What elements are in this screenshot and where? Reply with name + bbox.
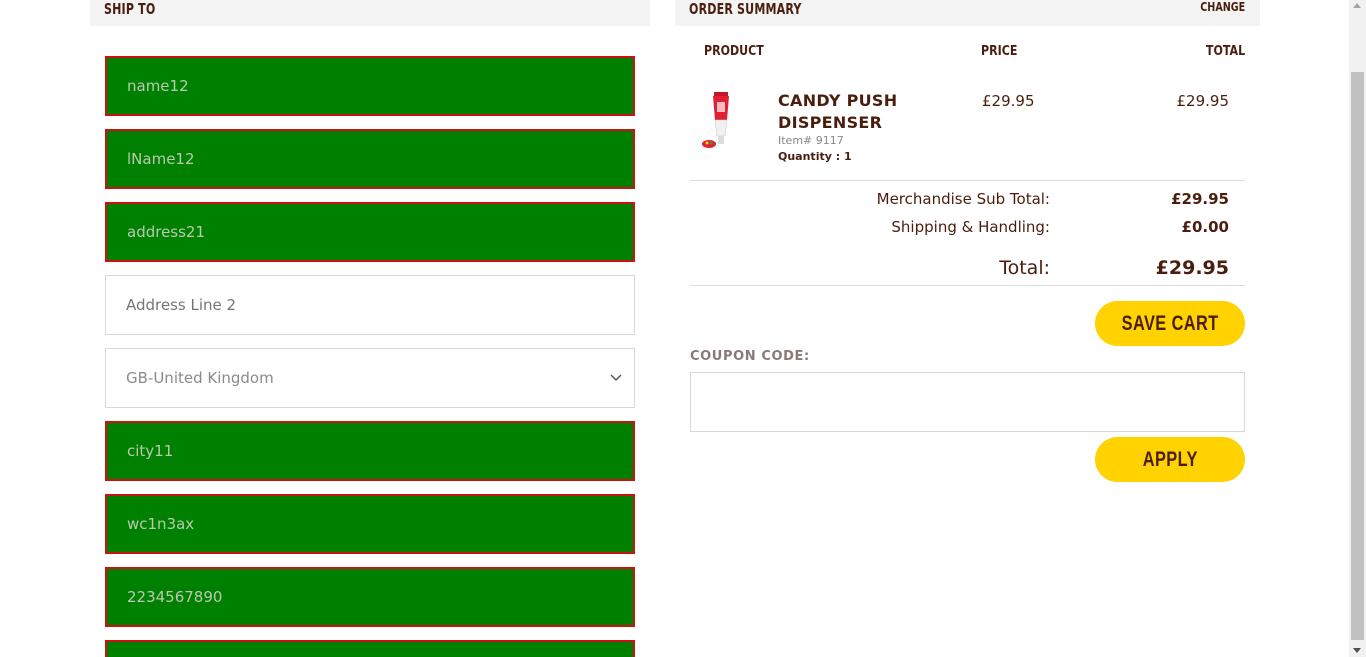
last-name-input[interactable] [107,131,633,187]
city-field-wrap [105,421,635,481]
address-line-1-field-wrap [105,202,635,262]
address-line-2-input[interactable] [106,276,634,334]
candy-dispenser-image [702,92,729,148]
postcode-field-wrap [105,494,635,554]
scroll-up-arrow-icon[interactable] [1353,3,1361,8]
ship-to-header: SHIP TO [90,0,650,26]
last-name-field-wrap [105,129,635,189]
summary-divider-top [690,180,1245,181]
product-quantity: Quantity : 1 [778,150,852,163]
product-column-header: PRODUCT [704,44,764,59]
city-input[interactable] [107,423,633,479]
total-label: Total: [999,257,1050,279]
total-value: £29.95 [1155,257,1229,279]
scrollbar-thumb[interactable] [1351,72,1364,640]
save-cart-label: SAVE CART [1121,311,1219,335]
price-column-header: PRICE [981,44,1018,59]
chevron-down-icon [610,374,622,381]
apply-coupon-button[interactable]: APPLY [1095,437,1245,482]
ship-to-section: SHIP TO GB-United Kingdom [90,0,650,657]
country-select-value: GB-United Kingdom [126,369,274,387]
scroll-down-arrow-icon[interactable] [1353,648,1361,653]
product-total: £29.95 [1176,92,1230,110]
save-cart-button[interactable]: SAVE CART [1095,301,1245,346]
address-line-1-input[interactable] [107,204,633,260]
product-price: £29.95 [982,92,1035,110]
product-name[interactable]: CANDY PUSH DISPENSER [778,90,928,134]
first-name-field-wrap [105,56,635,116]
coupon-field-wrap [690,372,1245,432]
shipping-value: £0.00 [1181,218,1229,236]
total-column-header: TOTAL [1205,44,1245,59]
next-field-partial[interactable] [105,640,635,657]
merch-subtotal-label: Merchandise Sub Total: [876,190,1050,208]
apply-label: APPLY [1142,447,1198,471]
shipping-label: Shipping & Handling: [891,218,1050,236]
merch-subtotal-value: £29.95 [1171,190,1229,208]
change-link[interactable]: CHANGE [1200,0,1245,14]
phone-field-wrap [105,567,635,627]
postcode-input[interactable] [107,496,633,552]
order-summary-title: ORDER SUMMARY [689,0,802,18]
first-name-input[interactable] [107,58,633,114]
order-summary-section: ORDER SUMMARY CHANGE PRODUCT PRICE TOTAL… [675,0,1260,482]
page-scrollbar[interactable] [1349,0,1366,657]
shipping-form: GB-United Kingdom [105,56,635,657]
order-summary-header: ORDER SUMMARY CHANGE [675,0,1260,26]
coupon-code-label: COUPON CODE: [690,349,810,364]
country-select[interactable]: GB-United Kingdom [105,348,635,408]
ship-to-title: SHIP TO [104,0,156,18]
address-line-2-field-wrap [105,275,635,335]
summary-divider-bottom [690,285,1245,286]
product-item-number: Item# 9117 [778,134,844,147]
coupon-code-input[interactable] [691,373,1244,431]
phone-input[interactable] [107,569,633,625]
